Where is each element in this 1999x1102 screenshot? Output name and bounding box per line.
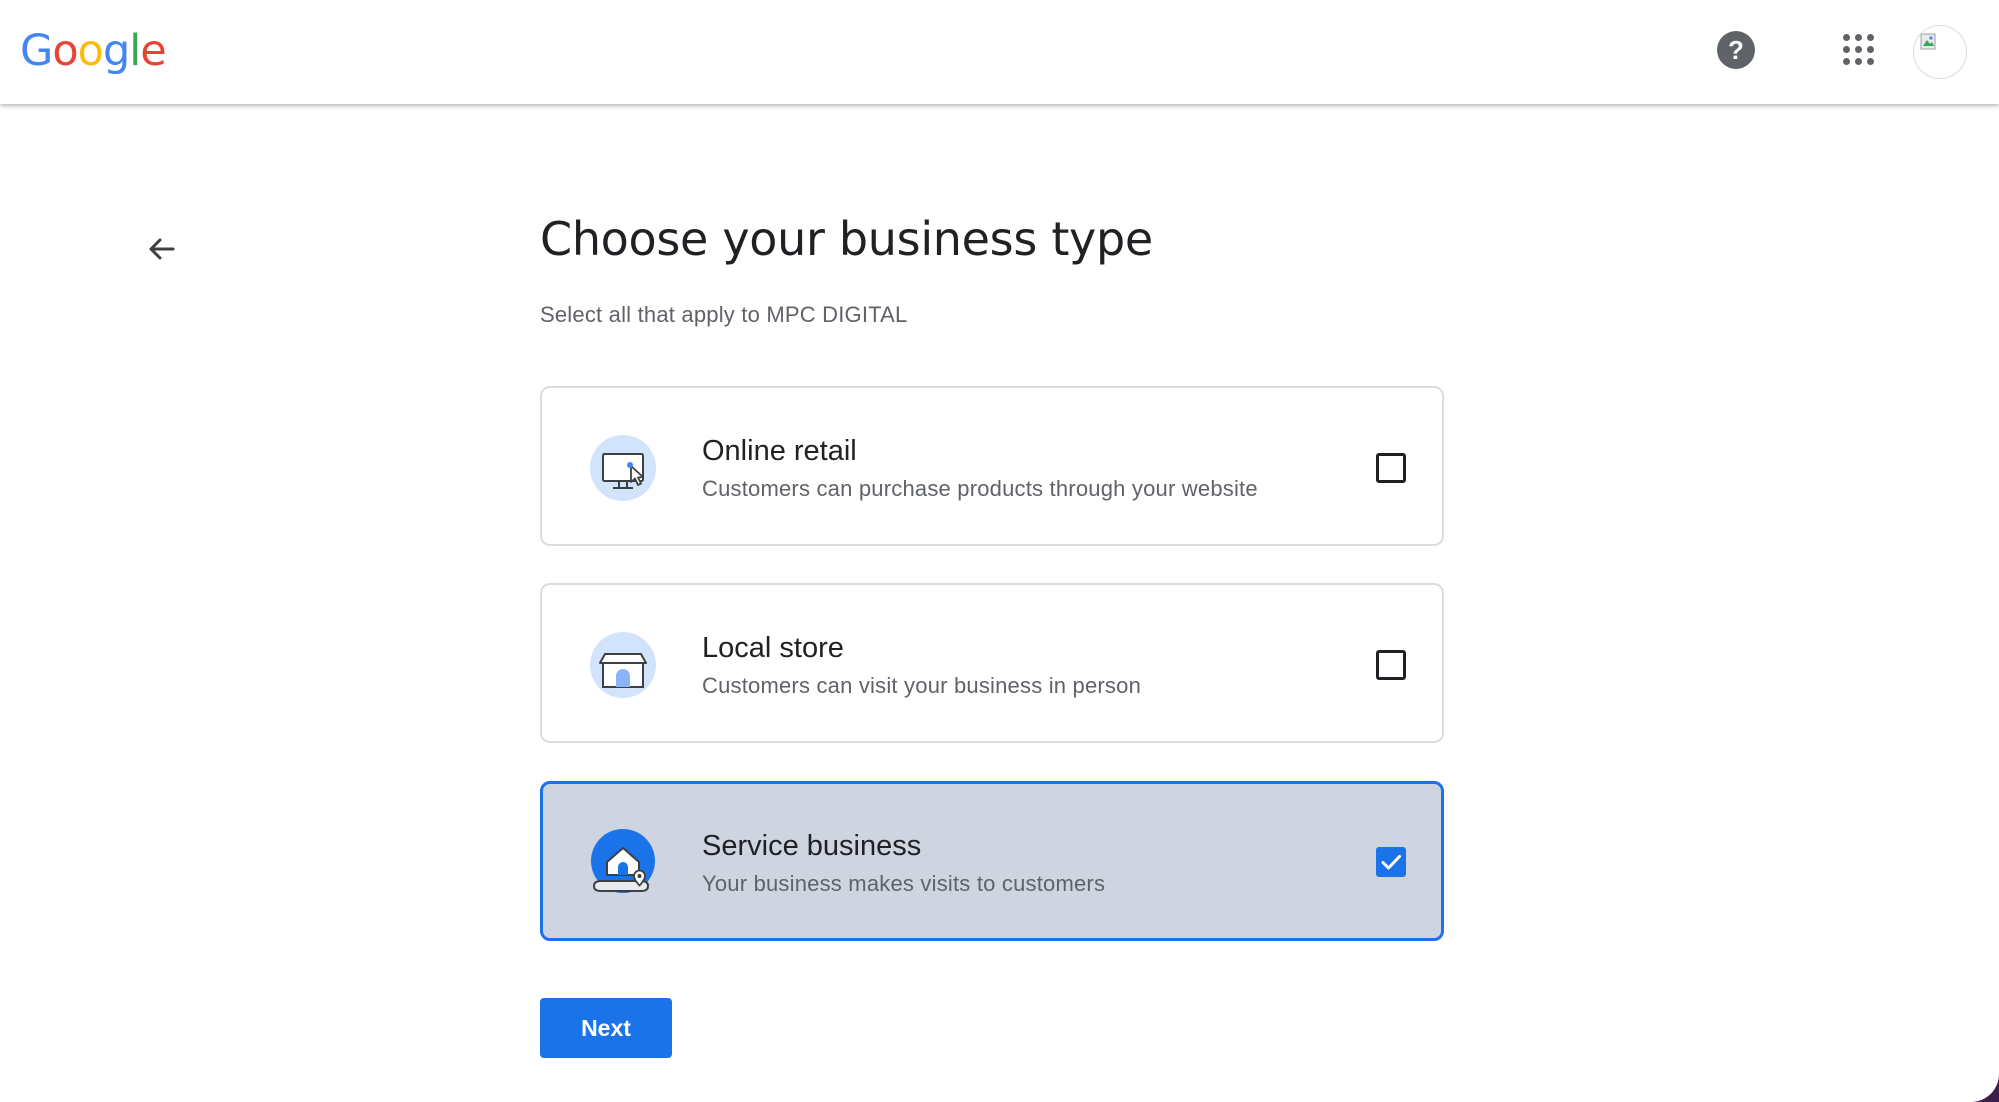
account-avatar[interactable] xyxy=(1913,25,1967,79)
option-card-online-retail[interactable]: Online retail Customers can purchase pro… xyxy=(540,386,1444,546)
option-description: Customers can purchase products through … xyxy=(702,476,1258,501)
home-location-icon xyxy=(589,829,657,897)
next-button[interactable]: Next xyxy=(540,998,672,1058)
apps-dot xyxy=(1855,46,1862,53)
apps-dot xyxy=(1855,58,1862,65)
apps-dot xyxy=(1867,46,1874,53)
option-card-service-business[interactable]: Service business Your business makes vis… xyxy=(540,781,1444,941)
top-bar: Google ? xyxy=(0,0,1999,104)
option-label: Local store xyxy=(702,632,844,664)
checkbox-checked[interactable] xyxy=(1376,847,1406,877)
logo-letter: o xyxy=(77,26,104,76)
apps-dot xyxy=(1855,34,1862,41)
logo-letter: e xyxy=(140,26,166,76)
storefront-icon xyxy=(589,631,657,699)
apps-dot xyxy=(1867,58,1874,65)
back-arrow-icon[interactable] xyxy=(140,228,182,270)
logo-letter: o xyxy=(52,26,78,76)
logo-letter: g xyxy=(102,26,130,76)
apps-grid-icon[interactable] xyxy=(1843,34,1877,68)
page-subtitle: Select all that apply to MPC DIGITAL xyxy=(540,302,908,327)
apps-dot xyxy=(1843,58,1850,65)
page: Google ? Choose your business type Selec… xyxy=(0,0,1999,1102)
checkmark-icon xyxy=(1381,855,1401,870)
checkbox[interactable] xyxy=(1376,650,1406,680)
logo-letter: G xyxy=(20,26,53,76)
option-label: Online retail xyxy=(702,435,857,467)
help-icon[interactable]: ? xyxy=(1717,31,1755,69)
google-logo[interactable]: Google xyxy=(20,26,167,76)
apps-dot xyxy=(1843,34,1850,41)
apps-dot xyxy=(1867,34,1874,41)
broken-image-icon xyxy=(1920,33,1936,50)
monitor-cursor-icon xyxy=(589,434,657,502)
option-label: Service business xyxy=(702,830,922,862)
logo-letter: l xyxy=(129,26,141,76)
option-card-local-store[interactable]: Local store Customers can visit your bus… xyxy=(540,583,1444,743)
option-description: Your business makes visits to customers xyxy=(702,871,1106,896)
apps-dot xyxy=(1843,46,1850,53)
page-title: Choose your business type xyxy=(540,212,1153,266)
option-description: Customers can visit your business in per… xyxy=(702,673,1142,698)
checkbox[interactable] xyxy=(1376,453,1406,483)
